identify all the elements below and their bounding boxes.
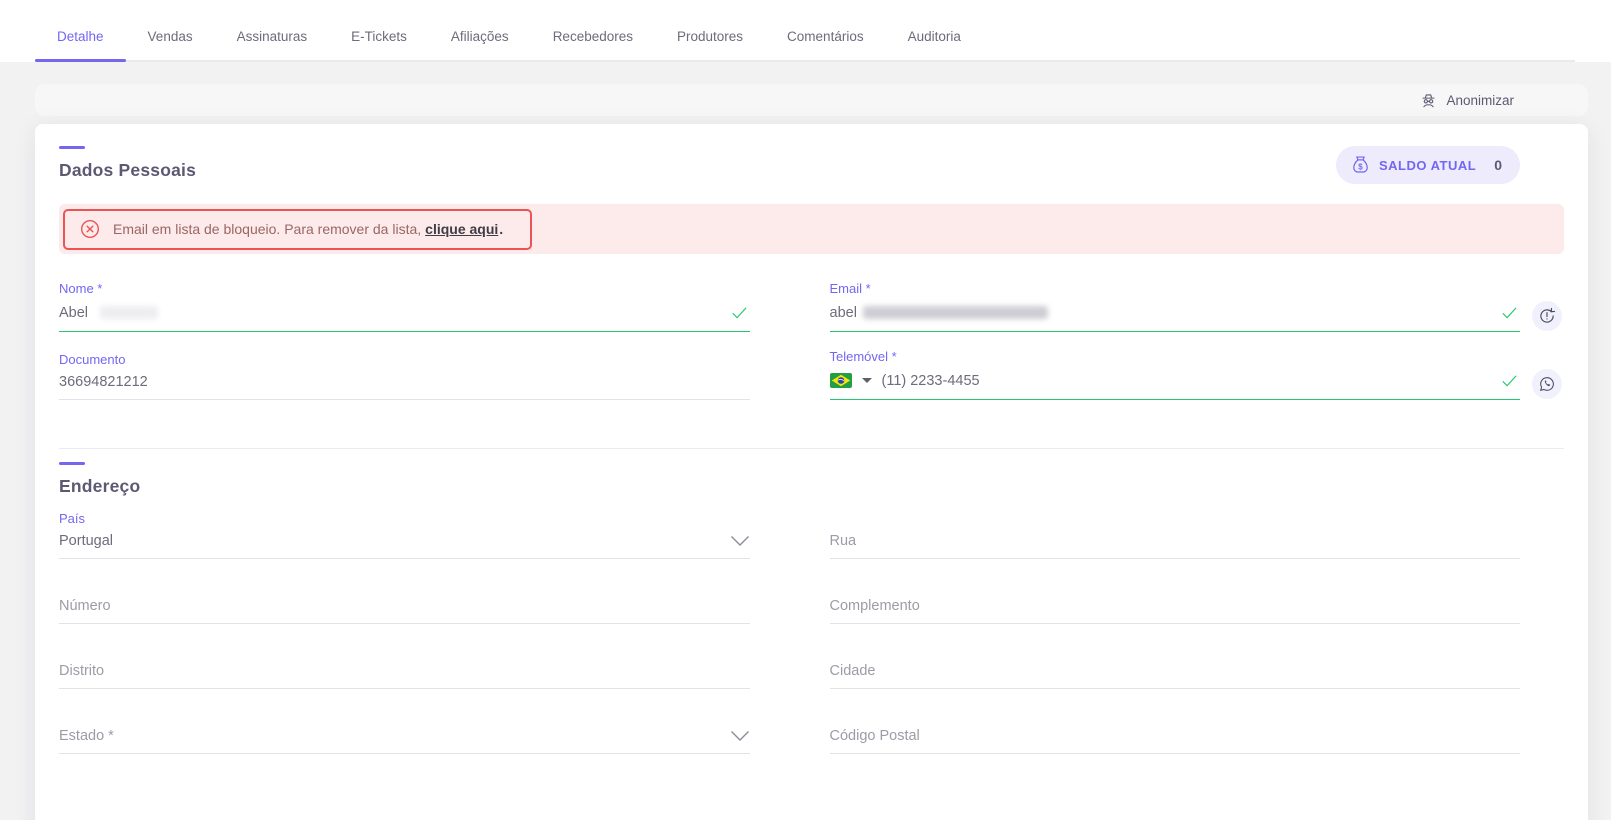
anonymize-label: Anonimizar (1446, 93, 1514, 108)
tabs-nav: DetalheVendasAssinaturasE-TicketsAfiliaç… (35, 0, 1575, 62)
telemovel-value: (11) 2233-4455 (882, 373, 980, 389)
telemovel-label: Telemóvel * (830, 349, 1521, 364)
tab-afiliacoes[interactable]: Afiliações (429, 29, 531, 60)
section-divider (59, 448, 1564, 449)
documento-input[interactable]: 36694821212 (59, 374, 750, 400)
rua-field: Rua (830, 533, 1521, 559)
masked-text (863, 306, 1048, 319)
tab-vendas[interactable]: Vendas (126, 29, 215, 60)
nome-input[interactable]: Abel (59, 303, 750, 332)
codigo-postal-field: Código Postal (830, 728, 1521, 754)
email-input[interactable]: abel (830, 303, 1521, 332)
section-dash (59, 146, 85, 149)
documento-value: 36694821212 (59, 374, 148, 390)
saldo-atual-value: 0 (1494, 157, 1502, 173)
main-content: Anonimizar Dados Pessoais $ SALDO ATUAL … (0, 62, 1611, 820)
cidade-placeholder: Cidade (830, 663, 876, 679)
masked-text (100, 306, 158, 319)
email-value: abel (830, 305, 857, 321)
numero-input[interactable]: Número (59, 598, 750, 624)
tab-detalhe[interactable]: Detalhe (35, 29, 126, 60)
anonymous-spy-icon (1420, 92, 1437, 109)
nome-label: Nome * (59, 281, 750, 296)
personal-form: Nome * Abel Email * abel (59, 281, 1520, 400)
pais-select[interactable]: Portugal (59, 533, 750, 559)
estado-field: Estado * (59, 728, 750, 754)
chevron-down-icon (730, 535, 750, 547)
cidade-field: Cidade (830, 663, 1521, 689)
documento-field: Documento 36694821212 (59, 352, 750, 400)
email-field: Email * abel (830, 281, 1521, 332)
pais-field: País Portugal (59, 511, 750, 559)
numero-placeholder: Número (59, 598, 111, 614)
telemovel-input[interactable]: (11) 2233-4455 (830, 371, 1521, 400)
whatsapp-button[interactable] (1532, 369, 1562, 399)
detail-card: Dados Pessoais $ SALDO ATUAL 0 (35, 124, 1588, 820)
check-icon (729, 303, 750, 322)
check-icon (1499, 303, 1520, 322)
brazil-flag-icon[interactable] (830, 373, 852, 388)
distrito-field: Distrito (59, 663, 750, 689)
distrito-placeholder: Distrito (59, 663, 104, 679)
check-icon (1499, 371, 1520, 390)
tab-assinaturas[interactable]: Assinaturas (215, 29, 330, 60)
money-bag-icon: $ (1352, 155, 1369, 175)
tab-bar: DetalheVendasAssinaturasE-TicketsAfiliaç… (0, 0, 1611, 62)
email-label: Email * (830, 281, 1521, 296)
alert-highlight-box: Email em lista de bloqueio. Para remover… (63, 209, 532, 250)
flag-caret-down-icon[interactable] (862, 378, 872, 383)
tab-produtores[interactable]: Produtores (655, 29, 765, 60)
estado-select[interactable]: Estado * (59, 728, 750, 754)
section-title-endereco: Endereço (59, 476, 1520, 497)
toolbar: Anonimizar (35, 84, 1588, 116)
saldo-atual-label: SALDO ATUAL (1379, 158, 1476, 173)
tab-recebedores[interactable]: Recebedores (531, 29, 655, 60)
email-blocklist-alert: Email em lista de bloqueio. Para remover… (59, 204, 1564, 254)
alert-message: Email em lista de bloqueio. Para remover… (113, 221, 503, 237)
nome-value: Abel (59, 305, 88, 321)
email-resync-button[interactable] (1532, 301, 1562, 331)
whatsapp-icon (1538, 375, 1556, 393)
rua-input[interactable]: Rua (830, 533, 1521, 559)
complemento-input[interactable]: Complemento (830, 598, 1521, 624)
saldo-atual-badge[interactable]: $ SALDO ATUAL 0 (1336, 146, 1520, 184)
telemovel-field: Telemóvel * (11) 2233-4455 (830, 349, 1521, 400)
codigo-postal-input[interactable]: Código Postal (830, 728, 1521, 754)
tab-e-tickets[interactable]: E-Tickets (329, 29, 429, 60)
documento-label: Documento (59, 352, 750, 367)
section-dash (59, 462, 85, 465)
nome-field: Nome * Abel (59, 281, 750, 332)
clique-aqui-link[interactable]: clique aqui (425, 221, 498, 237)
cidade-input[interactable]: Cidade (830, 663, 1521, 689)
alert-message-prefix: Email em lista de bloqueio. Para remover… (113, 221, 421, 237)
complemento-placeholder: Complemento (830, 598, 920, 614)
complemento-field: Complemento (830, 598, 1521, 624)
anonymize-button[interactable]: Anonimizar (1420, 92, 1514, 109)
x-circle-icon (80, 219, 100, 239)
svg-text:$: $ (1358, 162, 1363, 171)
address-form: País Portugal Rua Número (59, 511, 1520, 754)
estado-placeholder: Estado * (59, 728, 114, 744)
page: { "colors":{"accent":"#7367f0","success"… (0, 0, 1611, 820)
codigo-postal-placeholder: Código Postal (830, 728, 920, 744)
chevron-down-icon (730, 730, 750, 742)
alert-message-suffix: . (499, 221, 503, 237)
refresh-alert-icon (1538, 307, 1556, 325)
section-title-dados-pessoais: Dados Pessoais (59, 160, 196, 181)
pais-label: País (59, 511, 750, 526)
tab-auditoria[interactable]: Auditoria (886, 29, 983, 60)
numero-field: Número (59, 598, 750, 624)
rua-placeholder: Rua (830, 533, 857, 549)
distrito-input[interactable]: Distrito (59, 663, 750, 689)
pais-value: Portugal (59, 533, 113, 549)
tab-comentarios[interactable]: Comentários (765, 29, 886, 60)
